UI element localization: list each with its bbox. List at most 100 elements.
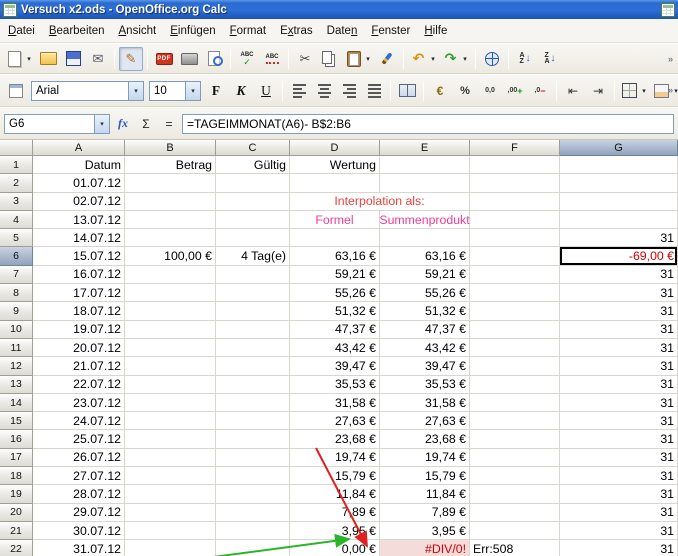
cell-G4[interactable] bbox=[560, 211, 678, 229]
cell-B17[interactable] bbox=[125, 449, 216, 467]
cell-D21[interactable]: 3,95 € bbox=[290, 522, 380, 540]
cell-G11[interactable]: 31 bbox=[560, 339, 678, 357]
cell-D4[interactable]: Formel bbox=[290, 211, 380, 229]
cell-C10[interactable] bbox=[216, 321, 290, 339]
cell-E13[interactable]: 35,53 € bbox=[380, 376, 470, 394]
add-decimal-place-button[interactable]: ,00 bbox=[503, 79, 527, 103]
row-header-11[interactable]: 11 bbox=[0, 339, 33, 357]
cell-A10[interactable]: 19.07.12 bbox=[33, 321, 125, 339]
row-header-9[interactable]: 9 bbox=[0, 302, 33, 320]
cell-D17[interactable]: 19,74 € bbox=[290, 449, 380, 467]
cell-E9[interactable]: 51,32 € bbox=[380, 302, 470, 320]
cell-E12[interactable]: 39,47 € bbox=[380, 357, 470, 375]
decrease-indent-button[interactable]: ⇤ bbox=[561, 79, 585, 103]
cell-F10[interactable] bbox=[470, 321, 560, 339]
cell-C14[interactable] bbox=[216, 394, 290, 412]
paste-button[interactable] bbox=[343, 47, 374, 71]
number-format-percent-button[interactable]: % bbox=[453, 79, 477, 103]
row-header-6[interactable]: 6 bbox=[0, 247, 33, 265]
cell-C18[interactable] bbox=[216, 467, 290, 485]
row-header-10[interactable]: 10 bbox=[0, 321, 33, 339]
cell-B15[interactable] bbox=[125, 412, 216, 430]
cell-F1[interactable] bbox=[470, 156, 560, 174]
cell-F5[interactable] bbox=[470, 229, 560, 247]
cell-G19[interactable]: 31 bbox=[560, 485, 678, 503]
cell-E5[interactable] bbox=[380, 229, 470, 247]
cell-D10[interactable]: 47,37 € bbox=[290, 321, 380, 339]
cell-D3[interactable]: Interpolation als: bbox=[290, 193, 470, 211]
underline-button[interactable]: U bbox=[254, 79, 278, 103]
cell-D6[interactable]: 63,16 € bbox=[290, 247, 380, 265]
cell-B18[interactable] bbox=[125, 467, 216, 485]
cell-F6[interactable] bbox=[470, 247, 560, 265]
row-header-1[interactable]: 1 bbox=[0, 156, 33, 174]
cell-A20[interactable]: 29.07.12 bbox=[33, 504, 125, 522]
cell-F22[interactable]: Err:508 bbox=[470, 540, 560, 556]
cell-C11[interactable] bbox=[216, 339, 290, 357]
cell-F4[interactable] bbox=[470, 211, 560, 229]
cell-B11[interactable] bbox=[125, 339, 216, 357]
cell-C17[interactable] bbox=[216, 449, 290, 467]
column-header-C[interactable]: C bbox=[216, 140, 290, 156]
cell-A13[interactable]: 22.07.12 bbox=[33, 376, 125, 394]
align-left-button[interactable] bbox=[287, 79, 311, 103]
cell-D5[interactable] bbox=[290, 229, 380, 247]
cell-B9[interactable] bbox=[125, 302, 216, 320]
column-header-G[interactable]: G bbox=[560, 140, 678, 156]
cell-C12[interactable] bbox=[216, 357, 290, 375]
cell-G6[interactable]: -69,00 € bbox=[560, 247, 678, 265]
cell-C3[interactable] bbox=[216, 193, 290, 211]
formula-input[interactable]: =TAGEIMMONAT(A6)- B$2:B6 bbox=[182, 114, 674, 134]
borders-button[interactable] bbox=[619, 79, 650, 103]
edit-file-button[interactable]: ✎ bbox=[119, 47, 143, 71]
column-header-D[interactable]: D bbox=[290, 140, 380, 156]
row-header-2[interactable]: 2 bbox=[0, 174, 33, 192]
cell-A22[interactable]: 31.07.12 bbox=[33, 540, 125, 556]
cell-F16[interactable] bbox=[470, 430, 560, 448]
number-format-standard-button[interactable]: 0,0 bbox=[478, 79, 502, 103]
cell-B2[interactable] bbox=[125, 174, 216, 192]
row-header-18[interactable]: 18 bbox=[0, 467, 33, 485]
cell-F7[interactable] bbox=[470, 266, 560, 284]
cell-C22[interactable] bbox=[216, 540, 290, 556]
menu-ansicht[interactable]: Ansicht bbox=[112, 21, 164, 41]
cell-F2[interactable] bbox=[470, 174, 560, 192]
cell-E6[interactable]: 63,16 € bbox=[380, 247, 470, 265]
menu-datei[interactable]: Datei bbox=[1, 21, 42, 41]
page-preview-button[interactable] bbox=[202, 47, 226, 71]
cell-A12[interactable]: 21.07.12 bbox=[33, 357, 125, 375]
cell-B14[interactable] bbox=[125, 394, 216, 412]
column-header-F[interactable]: F bbox=[470, 140, 560, 156]
cell-G1[interactable] bbox=[560, 156, 678, 174]
cell-D19[interactable]: 11,84 € bbox=[290, 485, 380, 503]
cell-G9[interactable]: 31 bbox=[560, 302, 678, 320]
cell-E22[interactable]: #DIV/0! bbox=[380, 540, 470, 556]
cell-E1[interactable] bbox=[380, 156, 470, 174]
cell-F17[interactable] bbox=[470, 449, 560, 467]
align-right-button[interactable] bbox=[337, 79, 361, 103]
cell-A6[interactable]: 15.07.12 bbox=[33, 247, 125, 265]
hyperlink-button[interactable] bbox=[480, 47, 504, 71]
cell-G17[interactable]: 31 bbox=[560, 449, 678, 467]
row-header-7[interactable]: 7 bbox=[0, 266, 33, 284]
row-header-5[interactable]: 5 bbox=[0, 229, 33, 247]
increase-indent-button[interactable]: ⇥ bbox=[586, 79, 610, 103]
row-header-8[interactable]: 8 bbox=[0, 284, 33, 302]
formatting-toolbar-overflow-button[interactable] bbox=[664, 77, 677, 103]
font-size-combobox[interactable]: 10 bbox=[149, 81, 201, 101]
cell-F18[interactable] bbox=[470, 467, 560, 485]
cell-E19[interactable]: 11,84 € bbox=[380, 485, 470, 503]
cell-D20[interactable]: 7,89 € bbox=[290, 504, 380, 522]
cell-G7[interactable]: 31 bbox=[560, 266, 678, 284]
cell-F3[interactable] bbox=[470, 193, 560, 211]
select-all-corner[interactable] bbox=[0, 140, 33, 156]
spellcheck-button[interactable]: ABC bbox=[235, 47, 259, 71]
cell-F9[interactable] bbox=[470, 302, 560, 320]
cell-D15[interactable]: 27,63 € bbox=[290, 412, 380, 430]
cell-B1[interactable]: Betrag bbox=[125, 156, 216, 174]
cell-C4[interactable] bbox=[216, 211, 290, 229]
cell-E11[interactable]: 43,42 € bbox=[380, 339, 470, 357]
cell-G20[interactable]: 31 bbox=[560, 504, 678, 522]
row-header-14[interactable]: 14 bbox=[0, 394, 33, 412]
redo-button[interactable]: ↷ bbox=[440, 47, 471, 71]
